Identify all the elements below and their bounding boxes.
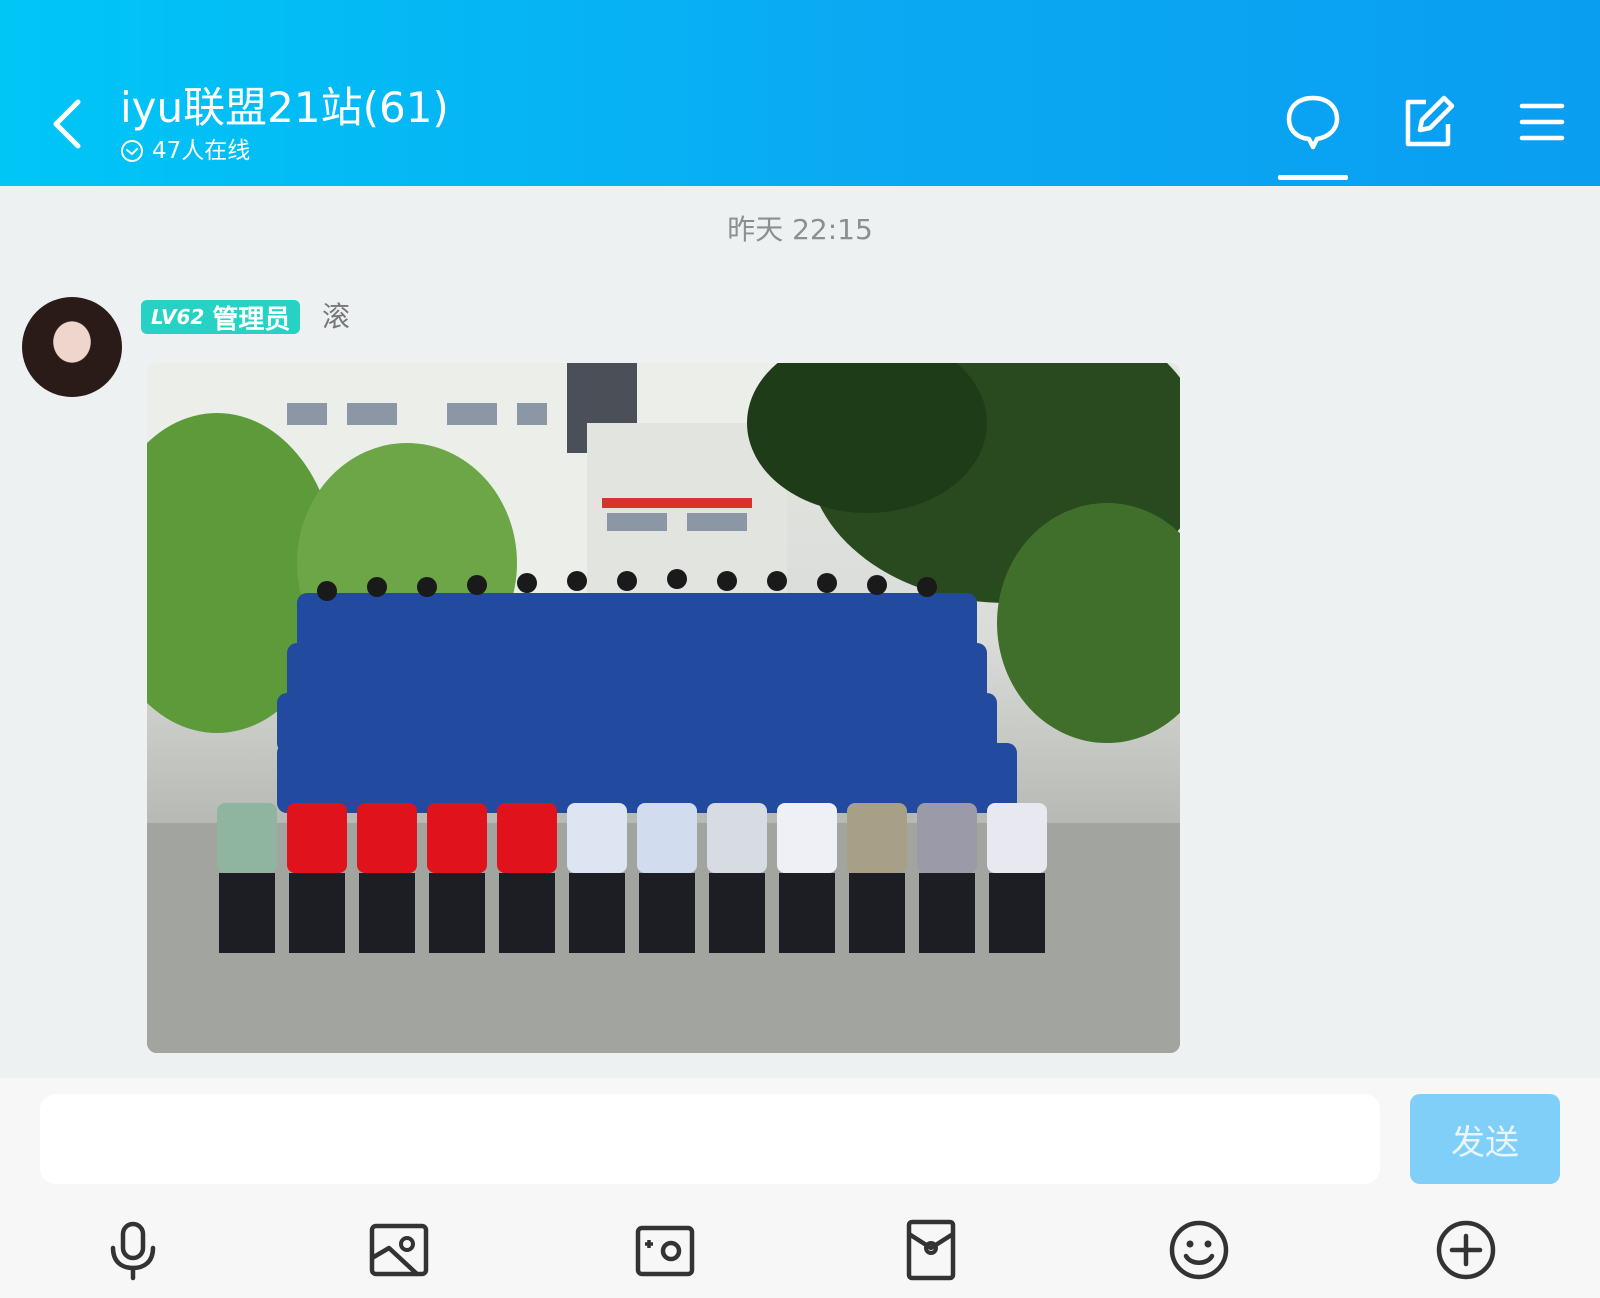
plus-icon <box>1436 1220 1496 1280</box>
chat-tab-button[interactable] <box>1283 92 1343 152</box>
more-button[interactable] <box>1434 1218 1498 1282</box>
menu-icon <box>1519 103 1565 141</box>
group-photo-illustration <box>147 363 1180 1053</box>
send-button[interactable]: 发送 <box>1410 1094 1560 1184</box>
red-packet-icon <box>906 1219 956 1281</box>
chat-header: iyu联盟21站(61) 47人在线 <box>0 0 1600 186</box>
camera-icon <box>635 1225 695 1277</box>
member-badge: LV62 管理员 <box>141 300 301 335</box>
voice-button[interactable] <box>101 1218 165 1282</box>
message-composer: 发送 <box>0 1078 1600 1298</box>
camera-button[interactable] <box>633 1218 697 1282</box>
microphone-icon <box>110 1221 156 1281</box>
menu-button[interactable] <box>1512 92 1572 152</box>
sender-avatar[interactable] <box>22 297 122 397</box>
message-input[interactable] <box>40 1094 1380 1184</box>
sender-nickname[interactable]: 滚 <box>322 300 350 334</box>
album-button[interactable] <box>367 1218 431 1282</box>
message-timestamp: 昨天 22:15 <box>727 213 873 246</box>
level-badge: LV62 <box>151 305 205 329</box>
emoji-button[interactable] <box>1167 1218 1231 1282</box>
chat-bubble-icon <box>1286 95 1340 150</box>
online-status: 47人在线 <box>120 136 250 166</box>
message-image[interactable] <box>147 363 1180 1053</box>
active-tab-indicator <box>1278 175 1348 180</box>
group-title[interactable]: iyu联盟21站(61) <box>120 82 449 134</box>
edit-button[interactable] <box>1398 92 1458 152</box>
red-packet-button[interactable] <box>899 1218 963 1282</box>
online-count: 47人在线 <box>152 138 251 164</box>
online-check-icon <box>121 140 143 162</box>
back-icon <box>53 99 81 149</box>
edit-icon <box>1405 95 1455 147</box>
emoji-icon <box>1169 1220 1229 1280</box>
role-badge: 管理员 <box>212 304 291 335</box>
image-icon <box>369 1223 429 1277</box>
back-button[interactable] <box>40 90 100 160</box>
